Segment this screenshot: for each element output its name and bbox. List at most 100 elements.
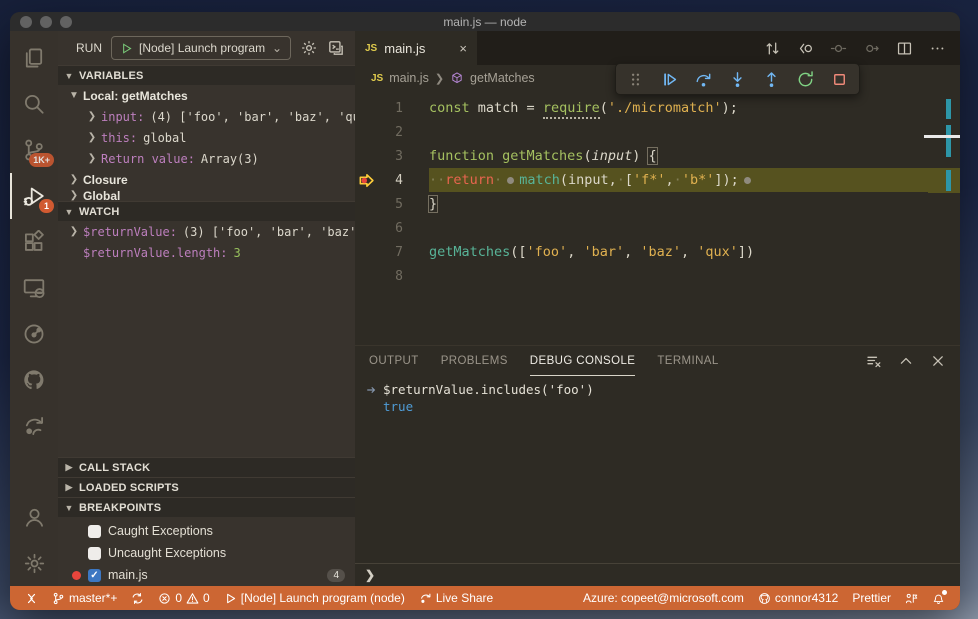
inline-breakpoint-dot-icon[interactable] bbox=[507, 176, 515, 184]
drag-handle-icon[interactable] bbox=[626, 70, 645, 89]
code-line[interactable]: 6 bbox=[355, 216, 960, 240]
statusbar-feedback[interactable] bbox=[900, 586, 923, 610]
tab-main-js[interactable]: JS main.js × bbox=[355, 31, 477, 65]
more-actions-icon[interactable] bbox=[929, 40, 946, 57]
debug-console-input[interactable]: ❯ bbox=[355, 563, 960, 586]
activity-search[interactable] bbox=[10, 81, 58, 127]
debug-console-icon[interactable] bbox=[327, 39, 345, 57]
breakpoint-row[interactable]: Caught Exceptions bbox=[58, 520, 355, 542]
code-line[interactable]: 4 ··return· match(input,·['f*',·'b*']); bbox=[355, 168, 960, 192]
reverse-continue-icon[interactable] bbox=[797, 40, 814, 57]
line-number[interactable]: 3 bbox=[377, 149, 403, 164]
tree-row[interactable]: ❯ Closure bbox=[58, 169, 355, 190]
close-tab-icon[interactable]: × bbox=[459, 41, 467, 56]
overview-ruler[interactable] bbox=[924, 91, 960, 345]
loaded-scripts-section-header[interactable]: ▶ LOADED SCRIPTS bbox=[58, 477, 355, 497]
step-out-icon[interactable] bbox=[762, 70, 781, 89]
ruler-marker-modified bbox=[946, 170, 951, 191]
clear-console-icon[interactable] bbox=[866, 353, 882, 369]
step-forward-icon[interactable] bbox=[863, 40, 880, 57]
close-panel-icon[interactable] bbox=[930, 353, 946, 369]
line-number[interactable]: 1 bbox=[377, 101, 403, 116]
activity-settings[interactable] bbox=[10, 540, 58, 586]
panel-tab-problems[interactable]: PROBLEMS bbox=[441, 346, 508, 376]
activity-run-debug[interactable]: 1 bbox=[10, 173, 58, 219]
breakpoint-row[interactable]: ✓ main.js 4 bbox=[58, 564, 355, 586]
panel-tab-output[interactable]: OUTPUT bbox=[369, 346, 419, 376]
tree-row[interactable]: $returnValue.length: 3 bbox=[58, 242, 355, 263]
statusbar-github-account[interactable]: connor4312 bbox=[753, 586, 843, 610]
statusbar-label: connor4312 bbox=[774, 591, 839, 605]
start-debug-icon[interactable] bbox=[120, 42, 133, 55]
activity-source-control[interactable]: 1K+ bbox=[10, 127, 58, 173]
window-title: main.js — node bbox=[443, 14, 527, 29]
step-over-icon[interactable] bbox=[694, 70, 713, 89]
panel-tab-terminal[interactable]: TERMINAL bbox=[657, 346, 718, 376]
panel-tab-debug-console[interactable]: DEBUG CONSOLE bbox=[529, 346, 636, 376]
activity-timeline[interactable] bbox=[10, 311, 58, 357]
watch-section-header[interactable]: ▼ WATCH bbox=[58, 201, 355, 221]
breakpoint-checkbox[interactable] bbox=[88, 524, 101, 538]
statusbar-git-branch[interactable]: master*+ bbox=[47, 586, 122, 610]
activity-extensions[interactable] bbox=[10, 219, 58, 265]
compare-changes-icon[interactable] bbox=[764, 40, 781, 57]
variables-section-header[interactable]: ▼ VARIABLES bbox=[58, 65, 355, 85]
tree-row[interactable]: ❯ input: (4) ['foo', 'bar', 'baz', 'qux'] bbox=[58, 106, 355, 127]
tree-row[interactable]: ❯ Global bbox=[58, 190, 355, 201]
statusbar-azure-account[interactable]: Azure: copeet@microsoft.com bbox=[578, 586, 749, 610]
statusbar-sync-changes[interactable] bbox=[126, 586, 149, 610]
twistie-icon: ❯ bbox=[69, 226, 79, 237]
activity-remote-explorer[interactable] bbox=[10, 265, 58, 311]
editor-actions bbox=[764, 31, 960, 65]
restart-icon[interactable] bbox=[796, 70, 815, 89]
statusbar-live-share[interactable]: Live Share bbox=[414, 586, 498, 610]
statusbar-debug-configuration[interactable]: [Node] Launch program (node) bbox=[219, 586, 410, 610]
ruler-marker-modified bbox=[946, 125, 951, 157]
breakpoints-section-header[interactable]: ▼ BREAKPOINTS bbox=[58, 497, 355, 517]
twistie-icon: ▶ bbox=[65, 482, 73, 492]
maximize-panel-icon[interactable] bbox=[898, 353, 914, 369]
statusbar-notifications[interactable] bbox=[927, 586, 950, 610]
code-line[interactable]: 1 const match = require('./micromatch'); bbox=[355, 96, 960, 120]
tree-row[interactable]: ❯ this: global bbox=[58, 127, 355, 148]
breakpoint-checkbox[interactable]: ✓ bbox=[88, 568, 101, 582]
launch-config-dropdown[interactable]: [Node] Launch program ⌄ bbox=[111, 36, 291, 60]
code-text: } bbox=[427, 195, 439, 213]
inline-breakpoint-dot-icon[interactable] bbox=[743, 176, 751, 184]
tree-row[interactable]: ❯ Return value: Array(3) bbox=[58, 148, 355, 169]
breadcrumb-file[interactable]: main.js bbox=[389, 71, 429, 85]
statusbar-prettier[interactable]: Prettier bbox=[847, 586, 896, 610]
breadcrumb-symbol[interactable]: getMatches bbox=[470, 71, 535, 85]
statusbar-remote-indicator[interactable] bbox=[20, 586, 43, 610]
line-number[interactable]: 7 bbox=[377, 245, 403, 260]
breakpoint-current-arrow-icon[interactable] bbox=[355, 172, 377, 189]
activity-github[interactable] bbox=[10, 357, 58, 403]
tree-row[interactable]: ▼ Local: getMatches bbox=[58, 85, 355, 106]
activity-explorer[interactable] bbox=[10, 35, 58, 81]
debug-settings-gear-icon[interactable] bbox=[300, 39, 318, 57]
line-number[interactable]: 8 bbox=[377, 269, 403, 284]
activity-live-share[interactable] bbox=[10, 403, 58, 449]
continue-icon[interactable] bbox=[660, 70, 679, 89]
call-stack-section-header[interactable]: ▶ CALL STACK bbox=[58, 457, 355, 477]
line-number[interactable]: 5 bbox=[377, 197, 403, 212]
step-into-icon[interactable] bbox=[728, 70, 747, 89]
code-line[interactable]: 5} bbox=[355, 192, 960, 216]
code-line[interactable]: 2 bbox=[355, 120, 960, 144]
breakpoint-row[interactable]: Uncaught Exceptions bbox=[58, 542, 355, 564]
line-number[interactable]: 4 bbox=[377, 173, 403, 188]
statusbar-problems[interactable]: 00 bbox=[153, 586, 214, 610]
code-editor[interactable]: 1 const match = require('./micromatch'); 2… bbox=[355, 91, 960, 345]
step-back-icon[interactable] bbox=[830, 40, 847, 57]
stop-icon[interactable] bbox=[830, 70, 849, 89]
line-number[interactable]: 6 bbox=[377, 221, 403, 236]
code-line[interactable]: 8 bbox=[355, 264, 960, 288]
line-number[interactable]: 2 bbox=[377, 125, 403, 140]
code-line[interactable]: 7 getMatches(['foo', 'bar', 'baz', 'qux']… bbox=[355, 240, 960, 264]
debug-console-output[interactable]: $returnValue.includes('foo') true bbox=[355, 376, 960, 563]
activity-accounts[interactable] bbox=[10, 494, 58, 540]
split-editor-icon[interactable] bbox=[896, 40, 913, 57]
breakpoint-checkbox[interactable] bbox=[88, 546, 101, 560]
code-line[interactable]: 3 function getMatches(input) { bbox=[355, 144, 960, 168]
tree-row[interactable]: ❯ $returnValue: (3) ['foo', 'bar', 'baz'] bbox=[58, 221, 355, 242]
